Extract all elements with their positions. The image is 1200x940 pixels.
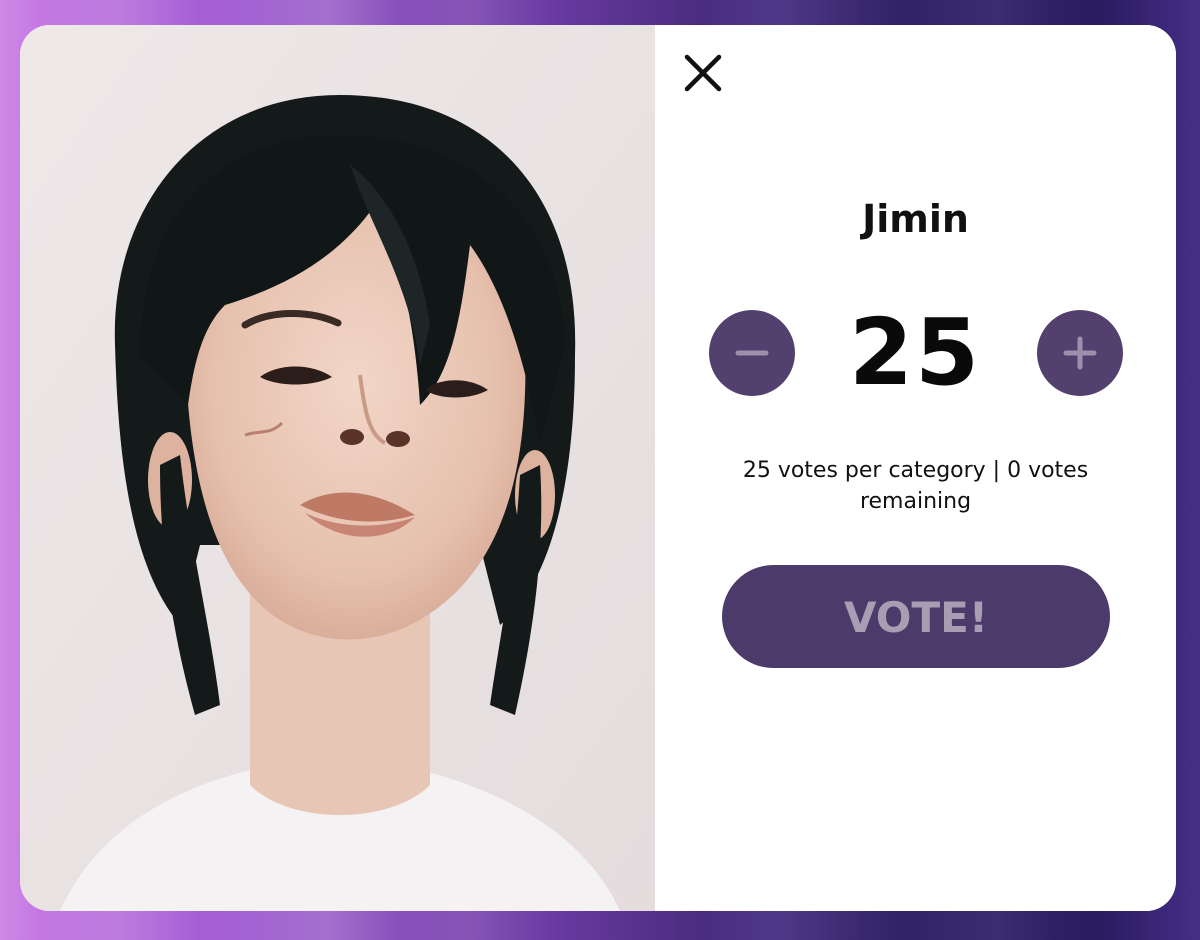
close-icon	[684, 54, 722, 92]
decrease-votes-button[interactable]	[709, 310, 795, 396]
artist-photo	[20, 25, 655, 911]
vote-modal: Jimin 25 25 votes per category | 0 votes…	[20, 25, 1176, 911]
votes-remaining-text: 25 votes per category | 0 votes remainin…	[742, 458, 1089, 514]
plus-icon	[1063, 336, 1097, 370]
vote-panel: Jimin 25 25 votes per category | 0 votes…	[655, 25, 1176, 911]
artist-name: Jimin	[862, 197, 969, 241]
minus-icon	[735, 350, 769, 356]
artist-portrait-image	[20, 25, 655, 911]
vote-stepper: 25	[655, 300, 1176, 406]
vote-count: 25	[848, 299, 982, 406]
close-button[interactable]	[683, 53, 723, 93]
increase-votes-button[interactable]	[1037, 310, 1123, 396]
vote-button[interactable]: VOTE!	[722, 565, 1110, 668]
